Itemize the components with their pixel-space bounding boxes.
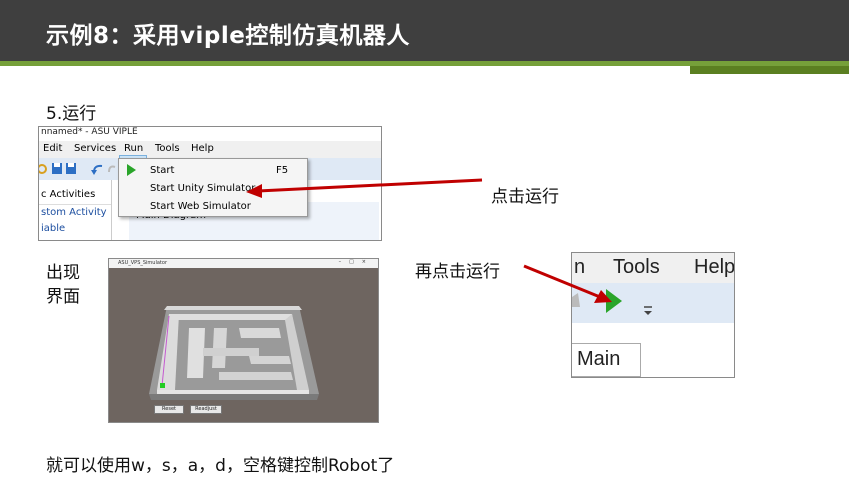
- note-appear-line1: 出现: [46, 263, 80, 283]
- menu-item-start-unity-simulator[interactable]: Start Unity Simulator: [150, 183, 255, 194]
- simulator-title: ASU_VPS_Simulator: [118, 260, 167, 266]
- readjust-button[interactable]: Readjust: [190, 405, 222, 414]
- toolbar-icons: [39, 163, 116, 175]
- menu-item-start-shortcut: F5: [276, 165, 289, 176]
- activities-header: c Activities: [41, 189, 96, 200]
- zoom-menubar: n Tools Help: [572, 253, 734, 283]
- zoom-main-tab[interactable]: Main: [572, 343, 641, 377]
- zoom-main-tab-label: Main: [577, 348, 621, 370]
- viple-menubar: Edit Services Run Tools Help: [39, 141, 381, 172]
- menu-item-start[interactable]: Start: [150, 165, 174, 176]
- simulator-window-screenshot: ASU_VPS_Simulator –□× Reset Readjust: [108, 258, 379, 423]
- zoom-menu-tools[interactable]: Tools: [613, 256, 660, 279]
- viple-window-screenshot: nnamed* - ASU VIPLE Edit Services Run To…: [38, 126, 382, 241]
- window-controls[interactable]: –□×: [339, 259, 374, 265]
- viple-window-title: nnamed* - ASU VIPLE: [41, 127, 138, 137]
- zoomed-toolbar-screenshot: n Tools Help Main: [571, 252, 735, 378]
- panel-divider: [39, 204, 111, 205]
- menu-services[interactable]: Services: [74, 143, 116, 154]
- redo-icon: [108, 165, 116, 173]
- slide-title-bar: 示例8：采用viple控制仿真机器人: [0, 0, 849, 61]
- menu-help[interactable]: Help: [191, 143, 214, 154]
- zoom-toolbar: [572, 283, 734, 323]
- menu-tools[interactable]: Tools: [155, 143, 180, 154]
- note-appear-line2: 界面: [46, 287, 80, 307]
- slide-title: 示例8：采用viple控制仿真机器人: [46, 23, 410, 49]
- step-heading: 5.运行: [46, 104, 97, 124]
- note-click-again: 再点击运行: [415, 262, 500, 282]
- note-click-run: 点击运行: [491, 187, 559, 207]
- simulator-titlebar: ASU_VPS_Simulator –□×: [109, 259, 378, 268]
- partial-icon: [572, 293, 580, 307]
- title-accent-bar: [690, 66, 849, 74]
- menu-run[interactable]: Run: [124, 143, 143, 154]
- menu-edit[interactable]: Edit: [43, 143, 62, 154]
- bottom-instruction: 就可以使用w，s，a，d，空格键控制Robot了: [46, 456, 395, 476]
- reset-button[interactable]: Reset: [154, 405, 184, 414]
- run-dropdown-menu: Start F5 Start Unity Simulator Start Web…: [118, 158, 308, 217]
- open-icon: [39, 164, 47, 174]
- zoom-menu-run-fragment[interactable]: n: [574, 256, 585, 279]
- custom-activity-item[interactable]: stom Activity: [41, 207, 107, 218]
- play-icon: [127, 164, 136, 176]
- variable-item[interactable]: iable: [41, 223, 65, 234]
- maze-3d-view: [149, 306, 319, 400]
- robot-marker: [160, 383, 165, 388]
- menu-item-start-web-simulator[interactable]: Start Web Simulator: [150, 201, 251, 212]
- zoom-menu-help[interactable]: Help: [694, 256, 734, 279]
- activities-panel: c Activities stom Activity iable: [39, 180, 112, 240]
- start-play-icon: [606, 289, 622, 313]
